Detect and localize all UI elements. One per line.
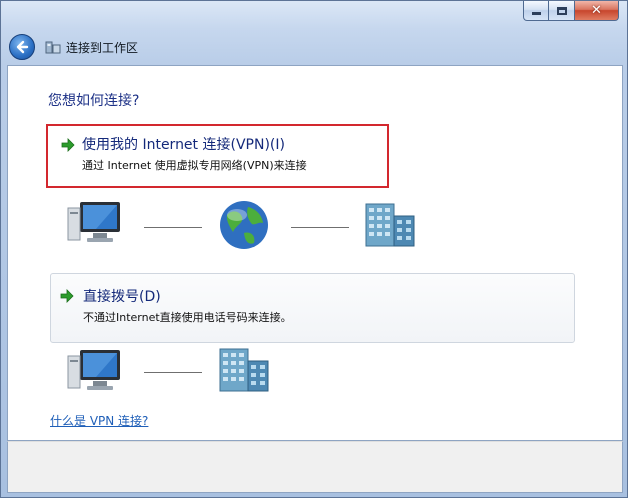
window-title: 连接到工作区: [66, 40, 139, 55]
minimize-button[interactable]: [523, 1, 549, 21]
option-dialup-description: 不通过Internet直接使用电话号码来连接。: [83, 311, 292, 324]
option-vpn[interactable]: 使用我的 Internet 连接(VPN)(I) 通过 Internet 使用虚…: [46, 124, 389, 188]
computer-icon: [67, 202, 120, 242]
connector-line: [291, 227, 349, 228]
office-building-icon: [365, 203, 415, 247]
connector-line: [144, 372, 202, 373]
minimize-icon: [531, 12, 541, 15]
network-connection-icon: [45, 41, 61, 54]
content-panel: 您想如何连接? 使用我的 Internet 连接(VPN)(I) 通过 Inte…: [7, 65, 623, 441]
connector-line: [144, 227, 202, 228]
close-button[interactable]: ✕: [575, 1, 619, 21]
dialog-window: ✕ 连接到工作区 您想如何连接? 使用我的 Internet 连接(VPN)(I…: [0, 0, 628, 498]
back-arrow-icon: [16, 40, 29, 54]
navigation-bar: 连接到工作区: [7, 29, 623, 65]
option-dialup-title: 直接拨号(D): [83, 289, 161, 305]
vpn-help-link[interactable]: 什么是 VPN 连接?: [50, 412, 148, 429]
option-vpn-title: 使用我的 Internet 连接(VPN)(I): [82, 137, 285, 153]
green-arrow-icon: [61, 138, 75, 152]
option-dialup[interactable]: 直接拨号(D) 不通过Internet直接使用电话号码来连接。: [50, 273, 575, 343]
maximize-button[interactable]: [549, 1, 575, 21]
title-bar[interactable]: ✕: [1, 1, 627, 29]
option-vpn-description: 通过 Internet 使用虚拟专用网络(VPN)来连接: [82, 159, 307, 172]
maximize-icon: [556, 6, 567, 15]
green-arrow-icon: [60, 289, 74, 303]
globe-icon: [220, 201, 268, 249]
computer-icon: [67, 350, 120, 390]
close-icon: ✕: [591, 3, 602, 18]
caption-buttons: ✕: [523, 1, 619, 21]
back-button[interactable]: [9, 34, 35, 60]
office-building-icon: [219, 348, 269, 392]
page-heading: 您想如何连接?: [48, 93, 140, 109]
footer-bar: [7, 441, 623, 493]
